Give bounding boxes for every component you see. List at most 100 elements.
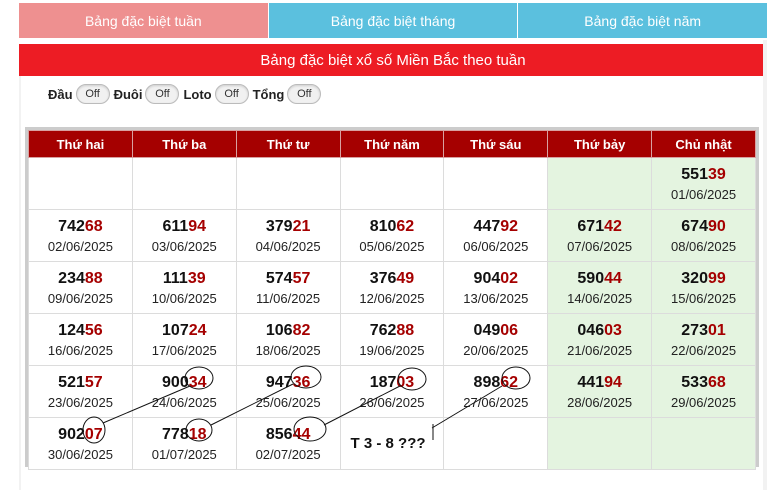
special-number: 74268 [29, 216, 132, 238]
special-number: 67142 [548, 216, 651, 238]
number-tail: 62 [500, 373, 519, 391]
draw-date: 13/06/2025 [463, 290, 529, 306]
special-number: 37921 [237, 216, 340, 238]
special-number: 04906 [444, 320, 547, 342]
number-head: 111 [162, 269, 188, 287]
draw-date: 24/06/2025 [151, 394, 217, 410]
cell-thu: 37649 12/06/2025 [339, 261, 445, 314]
special-number: 76288 [341, 320, 444, 342]
cell-fri [443, 417, 549, 470]
number-tail: 39 [707, 165, 726, 183]
cell-thu: 18703 26/06/2025 [339, 365, 445, 418]
cell-sat: 04603 21/06/2025 [547, 313, 653, 366]
number-head: 898 [473, 373, 501, 391]
number-tail: 02 [500, 269, 519, 287]
number-tail: 06 [500, 321, 519, 339]
draw-date: 08/06/2025 [670, 238, 737, 254]
number-tail: 82 [292, 321, 311, 339]
filter-label-duoi: Đuôi [113, 86, 143, 102]
cell-wed: 85644 02/07/2025 [235, 417, 341, 470]
special-number: 04603 [548, 320, 651, 342]
draw-date: 01/07/2025 [151, 446, 217, 462]
draw-date: 03/06/2025 [151, 238, 217, 254]
number-head: 904 [473, 269, 501, 287]
number-head: 947 [265, 373, 293, 391]
cell-wed [235, 157, 341, 210]
cell-sat [547, 157, 653, 210]
tab-weekly[interactable]: Bảng đặc biệt tuần [19, 3, 269, 38]
cell-note: T 3 - 8 ??? [339, 417, 445, 470]
draw-date: 01/06/2025 [670, 186, 737, 202]
toggle-duoi[interactable]: Off [145, 84, 180, 104]
cell-fri: 90402 13/06/2025 [443, 261, 549, 314]
number-head: 441 [577, 373, 605, 391]
number-head: 762 [369, 321, 397, 339]
number-tail: 90 [707, 217, 726, 235]
filter-label-loto: Loto [183, 86, 212, 102]
number-tail: 34 [188, 373, 207, 391]
number-tail: 01 [707, 321, 726, 339]
special-number: 85644 [237, 424, 340, 446]
draw-date: 11/06/2025 [256, 290, 321, 306]
cell-tue: 61194 03/06/2025 [131, 209, 237, 262]
number-head: 856 [265, 425, 293, 443]
special-number: 89862 [444, 372, 547, 394]
draw-date: 10/06/2025 [151, 290, 217, 306]
draw-date: 15/06/2025 [670, 290, 737, 306]
number-head: 810 [369, 217, 397, 235]
number-head: 900 [162, 373, 189, 391]
cell-sun: 27301 22/06/2025 [651, 313, 756, 366]
draw-date: 04/06/2025 [255, 238, 321, 254]
toggle-dau[interactable]: Off [75, 84, 110, 104]
number-head: 124 [58, 321, 85, 339]
draw-date: 21/06/2025 [567, 342, 633, 358]
cell-tue: 90034 24/06/2025 [131, 365, 237, 418]
cell-thu: 76288 19/06/2025 [339, 313, 445, 366]
cell-sat: 67142 07/06/2025 [547, 209, 653, 262]
cell-sun: 53368 29/06/2025 [651, 365, 756, 418]
number-head: 611 [162, 217, 189, 235]
number-tail: 24 [188, 321, 207, 339]
draw-date: 14/06/2025 [567, 290, 633, 306]
table-header-row: Thứ hai Thứ ba Thứ tư Thứ năm Thứ sáu Th… [28, 130, 756, 158]
cell-sat [547, 417, 653, 470]
toggle-loto[interactable]: Off [214, 84, 249, 104]
table-row: 23488 09/06/2025 11139 10/06/2025 57457 11/06… [28, 261, 756, 314]
col-header-fri: Thứ sáu [443, 130, 549, 158]
cell-wed: 57457 11/06/2025 [235, 261, 341, 314]
page: Bảng đặc biệt tuần Bảng đặc biệt tháng B… [0, 0, 774, 490]
page-title: Bảng đặc biệt xổ số Miền Bắc theo tuần [19, 44, 767, 76]
draw-date: 25/06/2025 [255, 394, 321, 410]
number-tail: 88 [396, 321, 415, 339]
cell-tue: 10724 17/06/2025 [131, 313, 237, 366]
cell-thu: 81062 05/06/2025 [339, 209, 445, 262]
cell-mon: 52157 23/06/2025 [28, 365, 133, 418]
number-tail: 56 [84, 321, 103, 339]
number-head: 046 [577, 321, 605, 339]
number-head: 049 [473, 321, 501, 339]
toggle-tong[interactable]: Off [287, 84, 322, 104]
cell-mon: 90207 30/06/2025 [28, 417, 133, 470]
draw-date: 30/06/2025 [47, 446, 113, 462]
special-number: 44792 [444, 216, 547, 238]
number-head: 742 [58, 217, 85, 235]
tab-yearly[interactable]: Bảng đặc biệt năm [518, 3, 768, 38]
special-number: 90207 [29, 424, 132, 446]
special-number: 52157 [29, 372, 132, 394]
number-tail: 68 [707, 373, 726, 391]
number-head: 778 [162, 425, 189, 443]
tab-bar: Bảng đặc biệt tuần Bảng đặc biệt tháng B… [19, 3, 768, 38]
col-header-tue: Thứ ba [131, 130, 237, 158]
draw-date: 18/06/2025 [255, 342, 321, 358]
number-tail: 57 [84, 373, 103, 391]
col-header-sat: Thứ bảy [547, 130, 653, 158]
cell-sun: 32099 15/06/2025 [651, 261, 756, 314]
number-head: 674 [681, 217, 708, 235]
cell-mon [28, 157, 133, 210]
cell-tue [131, 157, 237, 210]
tab-monthly[interactable]: Bảng đặc biệt tháng [268, 3, 519, 38]
special-number: 11139 [133, 268, 236, 290]
col-header-thu: Thứ năm [339, 130, 445, 158]
cell-sat: 59044 14/06/2025 [547, 261, 653, 314]
draw-date: 29/06/2025 [670, 394, 737, 410]
